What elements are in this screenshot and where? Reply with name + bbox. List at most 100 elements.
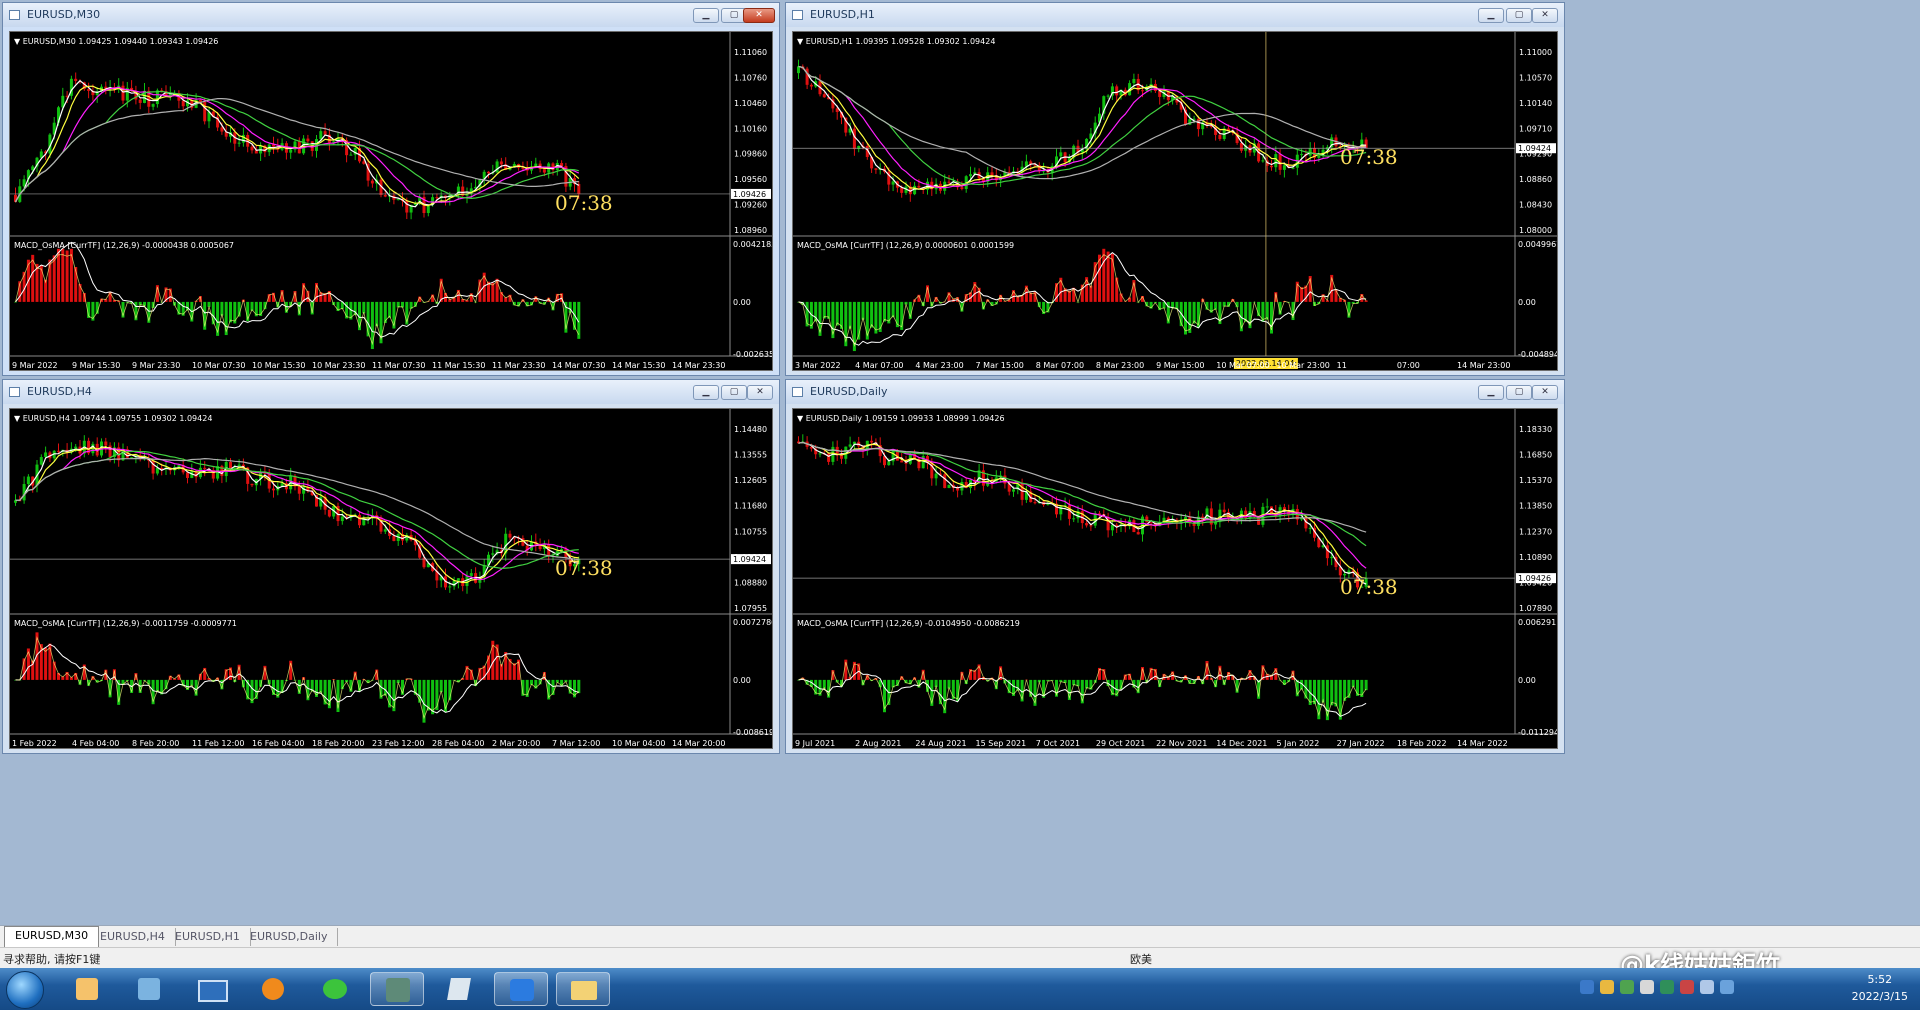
chart-window-m30[interactable]: EURUSD,M30 ▁ ▢ ✕ ▼ EURUSD,M30 1.09425 1.0944… <box>2 2 780 376</box>
candle-body <box>138 99 142 103</box>
tray-ime-icon[interactable] <box>1720 980 1734 994</box>
folder-icon[interactable] <box>556 972 610 1006</box>
price-tick-label: 1.08960 <box>734 226 767 235</box>
desktop-icon[interactable] <box>184 972 238 1006</box>
time-tick-label: 7 Oct 2021 <box>1036 739 1080 748</box>
candle-body <box>1330 556 1334 559</box>
candle-body <box>1274 154 1278 168</box>
close-button[interactable]: ✕ <box>747 385 773 400</box>
candle-body <box>87 89 91 91</box>
price-tick-label: 1.10160 <box>734 124 767 133</box>
chart-canvas[interactable]: ▼ EURUSD,Daily 1.09159 1.09933 1.08999 1… <box>792 408 1558 749</box>
browser-icon[interactable] <box>246 972 300 1006</box>
chart-svg[interactable]: ▼ EURUSD,M30 1.09425 1.09440 1.09343 1.0… <box>10 32 773 371</box>
window-titlebar[interactable]: EURUSD,H1 ▁ ▢ ✕ <box>786 3 1564 27</box>
macd-histogram-bar <box>1102 248 1106 302</box>
candle-body <box>1012 489 1015 492</box>
candle-body <box>840 455 843 459</box>
chart-canvas[interactable]: ▼ EURUSD,H4 1.09744 1.09755 1.09302 1.09… <box>9 408 773 749</box>
macd-histogram-bar <box>220 301 224 316</box>
tab-eurusd-h1[interactable]: EURUSD,H1 <box>165 928 251 946</box>
notes-icon[interactable] <box>432 972 486 1006</box>
chart-svg[interactable]: ▼ EURUSD,H4 1.09744 1.09755 1.09302 1.09… <box>10 409 773 749</box>
tray-app-icon[interactable] <box>1600 980 1614 994</box>
contacts-icon[interactable] <box>122 972 176 1006</box>
time-tick-label: 22 Nov 2021 <box>1156 739 1207 748</box>
tray-network-icon[interactable] <box>1580 980 1594 994</box>
tray-volume-icon[interactable] <box>1640 980 1654 994</box>
maximize-button[interactable]: ▢ <box>1506 8 1532 23</box>
candle-body <box>319 131 323 140</box>
chart-svg[interactable]: ▼ EURUSD,H1 1.09395 1.09528 1.09302 1.09… <box>793 32 1558 371</box>
time-tick-label: 24 Aug 2021 <box>915 739 966 748</box>
close-button[interactable]: ✕ <box>1532 385 1558 400</box>
candle-body <box>1115 86 1119 96</box>
close-button[interactable]: ✕ <box>743 8 775 23</box>
macd-histogram-bar <box>39 265 43 302</box>
status-profile[interactable]: 欧美 <box>1130 951 1152 967</box>
chart-canvas[interactable]: ▼ EURUSD,M30 1.09425 1.09440 1.09343 1.0… <box>9 31 773 371</box>
tray-chat-icon[interactable] <box>1660 980 1674 994</box>
candle-body <box>435 197 439 199</box>
candle-body <box>917 185 921 188</box>
time-tick-label: 18 Feb 20:00 <box>312 739 364 748</box>
candle-body <box>990 172 994 176</box>
start-orb-icon[interactable] <box>6 971 44 1009</box>
clock-time: 5:52 <box>1867 973 1893 986</box>
candle-body <box>947 484 951 489</box>
tab-eurusd-daily[interactable]: EURUSD,Daily <box>240 928 339 946</box>
window-titlebar[interactable]: EURUSD,Daily ▁ ▢ ✕ <box>786 380 1564 404</box>
macd-tick-label: -0.002635 <box>733 350 773 359</box>
candle-body <box>121 85 125 101</box>
time-tick-label: 11 Mar 15:30 <box>432 361 485 370</box>
ohlc-readout: ▼ EURUSD,M30 1.09425 1.09440 1.09343 1.0… <box>14 37 218 46</box>
app-icon[interactable] <box>370 972 424 1006</box>
chart-svg[interactable]: ▼ EURUSD,Daily 1.09159 1.09933 1.08999 1… <box>793 409 1558 749</box>
candle-body <box>818 453 822 455</box>
candle-body <box>297 486 301 494</box>
minimize-button[interactable]: ▁ <box>1478 8 1504 23</box>
tray-security-icon[interactable] <box>1680 980 1694 994</box>
moving-average-line <box>14 97 579 203</box>
minimize-button[interactable]: ▁ <box>1478 385 1504 400</box>
time-tick-label: 14 Mar 23:30 <box>672 361 725 370</box>
candle-body <box>508 533 512 538</box>
tray-wechat-icon[interactable] <box>1620 980 1634 994</box>
price-tick-label: 1.15370 <box>1519 476 1552 485</box>
moving-average-line <box>15 445 579 586</box>
chart-canvas[interactable]: ▼ EURUSD,H1 1.09395 1.09528 1.09302 1.09… <box>792 31 1558 371</box>
candle-body <box>1110 524 1114 531</box>
tray-signal-icon[interactable] <box>1700 980 1714 994</box>
candle-body <box>1300 154 1304 156</box>
tab-eurusd-m30[interactable]: EURUSD,M30 <box>4 926 100 948</box>
time-tick-label: 2 Mar 20:00 <box>492 739 540 748</box>
time-tick-label: 29 Oct 2021 <box>1096 739 1145 748</box>
pen-icon[interactable] <box>494 972 548 1006</box>
chart-window-icon <box>9 387 20 397</box>
macd-readout: MACD_OsMA [CurrTF] (12,26,9) 0.0000601 0… <box>797 241 1014 250</box>
window-titlebar[interactable]: EURUSD,H4 ▁ ▢ ✕ <box>3 380 779 404</box>
chart-window-h1[interactable]: EURUSD,H1 ▁ ▢ ✕ ▼ EURUSD,H1 1.09395 1.09528 … <box>785 2 1565 376</box>
minimize-button[interactable]: ▁ <box>693 385 719 400</box>
chart-window-daily[interactable]: EURUSD,Daily ▁ ▢ ✕ ▼ EURUSD,Daily 1.09159 1.… <box>785 379 1565 754</box>
candle-body <box>969 174 972 177</box>
candle-body <box>327 509 331 517</box>
macd-histogram-bar <box>822 301 826 319</box>
tab-eurusd-h4[interactable]: EURUSD,H4 <box>90 928 176 946</box>
time-tick-label: 10 Mar 23:30 <box>312 361 365 370</box>
price-tick-label: 1.10890 <box>1519 553 1552 562</box>
wechat-icon[interactable] <box>308 972 362 1006</box>
macd-readout: MACD_OsMA [CurrTF] (12,26,9) -0.0011759 … <box>14 619 237 628</box>
candle-body <box>289 149 293 153</box>
mt4-icon[interactable] <box>60 972 114 1006</box>
price-tick-label: 1.14480 <box>734 425 767 434</box>
candle-body <box>340 516 344 522</box>
macd-histogram-bar <box>895 301 899 328</box>
chart-window-h4[interactable]: EURUSD,H4 ▁ ▢ ✕ ▼ EURUSD,H4 1.09744 1.09755 … <box>2 379 780 754</box>
maximize-button[interactable]: ▢ <box>1506 385 1532 400</box>
window-titlebar[interactable]: EURUSD,M30 ▁ ▢ ✕ <box>3 3 779 27</box>
close-button[interactable]: ✕ <box>1532 8 1558 23</box>
maximize-button[interactable]: ▢ <box>721 385 747 400</box>
minimize-button[interactable]: ▁ <box>693 8 719 23</box>
taskbar-clock[interactable]: 5:52 2022/3/15 <box>1852 971 1908 1005</box>
